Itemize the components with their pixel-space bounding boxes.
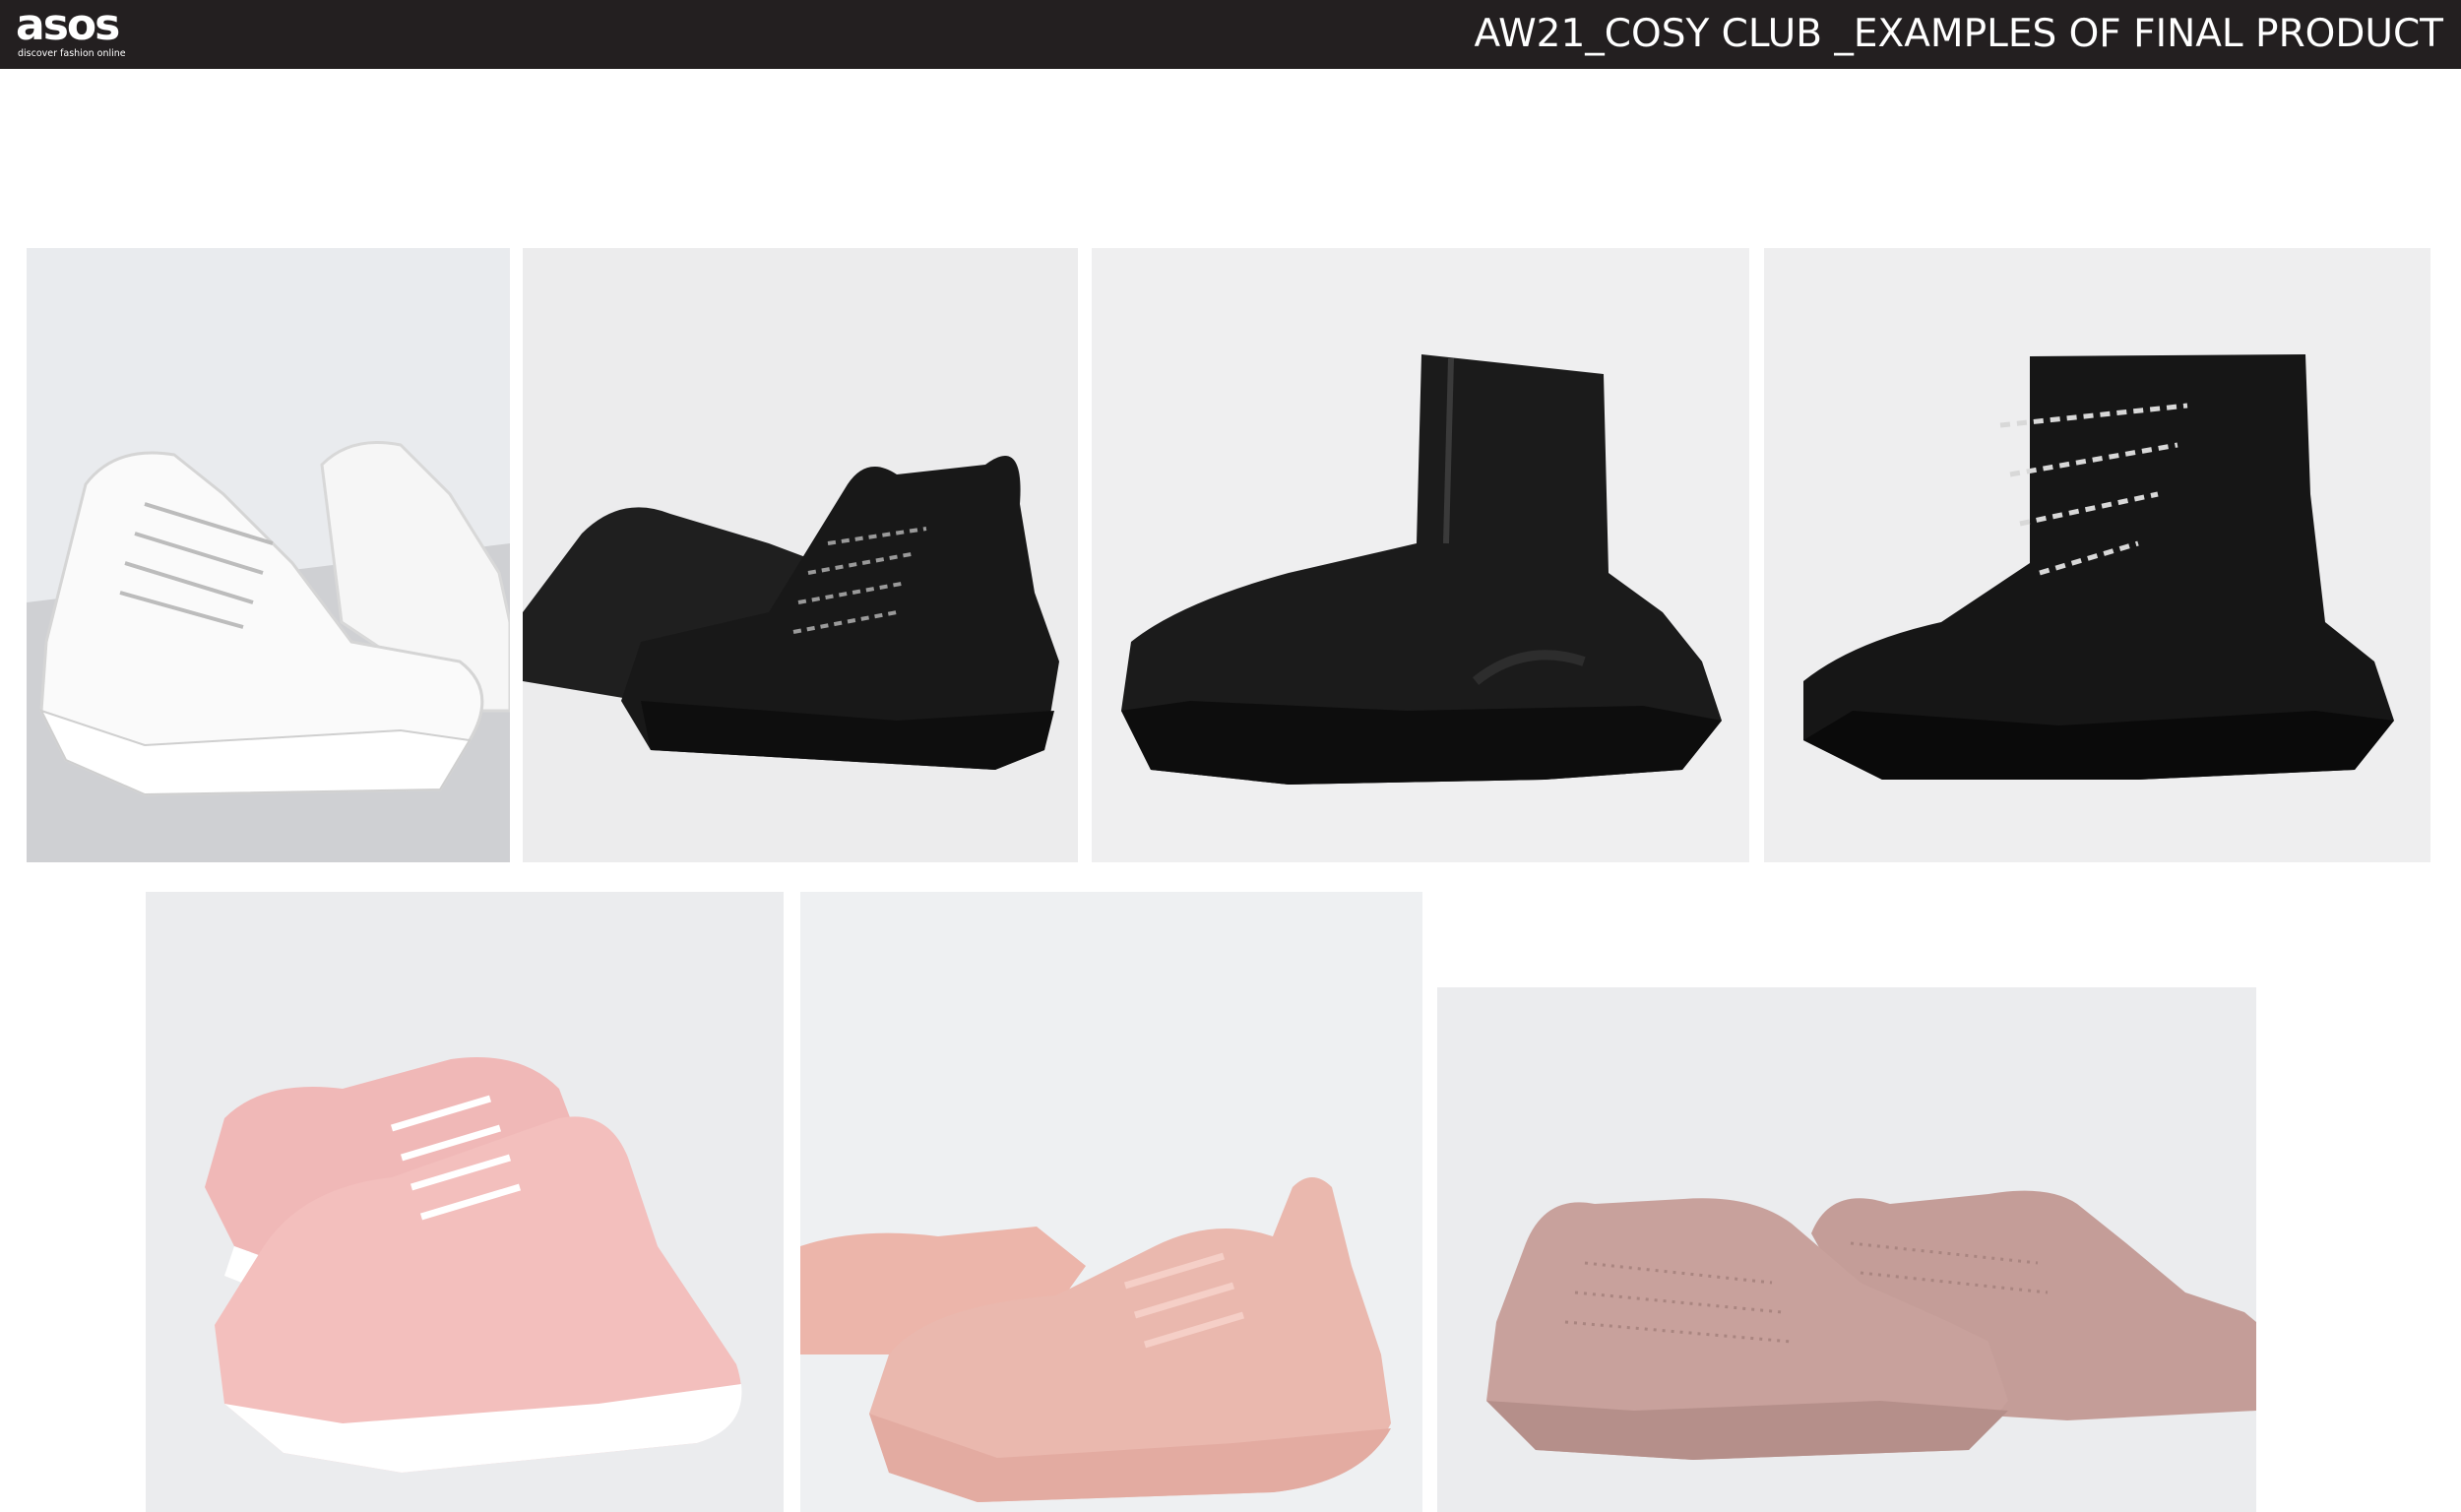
page-title: AW21_COSY CLUB _EXAMPLES OF FINAL PRODUC… <box>1474 12 2443 56</box>
logo-tagline: discover fashion online <box>18 48 126 59</box>
product-image-pink-chunky[interactable] <box>800 892 1422 1512</box>
product-image-black-sock-sneaker[interactable] <box>1764 248 2430 862</box>
black-sock-boot-photo <box>1092 248 1749 862</box>
pink-runner-photo <box>146 892 784 1512</box>
product-image-black-sock-boot[interactable] <box>1092 248 1749 862</box>
pink-chunky-photo <box>800 892 1422 1512</box>
black-sock-sneaker-photo <box>1764 248 2430 862</box>
product-image-dusty-pink-knit[interactable] <box>1437 987 2256 1512</box>
black-hiker-photo <box>523 248 1078 862</box>
header-bar: asos discover fashion online AW21_COSY C… <box>0 0 2461 69</box>
asos-logo[interactable]: asos discover fashion online <box>16 0 154 63</box>
product-image-white-hiker[interactable] <box>27 248 510 862</box>
dusty-pink-knit-photo <box>1437 987 2256 1512</box>
product-image-pink-runner[interactable] <box>146 892 784 1512</box>
logo-wordmark: asos <box>16 0 120 50</box>
product-image-black-hiker[interactable] <box>523 248 1078 862</box>
white-sneaker-photo <box>27 248 510 862</box>
